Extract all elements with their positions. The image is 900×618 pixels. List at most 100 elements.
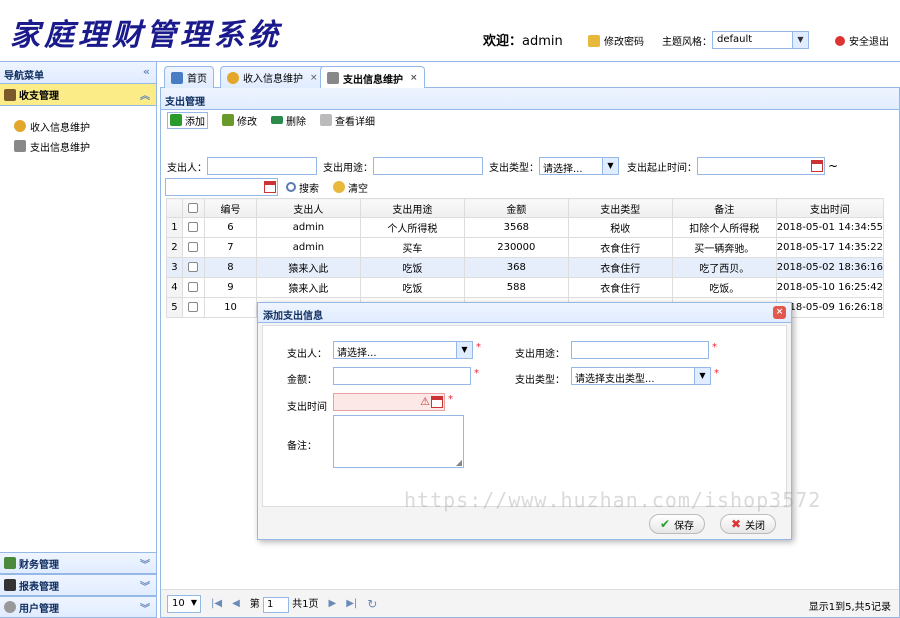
required-mark: * bbox=[448, 394, 453, 405]
chevron-up-icon[interactable]: ︽ bbox=[140, 87, 150, 102]
chevron-down-icon[interactable]: ︾ bbox=[140, 600, 150, 615]
menu-group-users[interactable]: 用户管理 ︾ bbox=[0, 596, 156, 618]
panel-title: 支出管理 bbox=[161, 88, 899, 110]
chevron-down-icon[interactable]: ▼ bbox=[694, 368, 710, 384]
select-all-checkbox-cell[interactable] bbox=[181, 198, 205, 218]
search-icon bbox=[286, 182, 296, 192]
delete-button[interactable]: 删除 bbox=[271, 113, 306, 128]
page-size-select[interactable]: 10 ▼ bbox=[167, 594, 201, 613]
table-row[interactable]: 3 8 猿来入此 吃饭 368 衣食住行 吃了西贝。 2018-05-02 18… bbox=[166, 257, 885, 278]
first-page-icon[interactable]: |◀ bbox=[211, 598, 222, 609]
type-search-select[interactable]: 请选择... ▼ bbox=[539, 157, 619, 175]
select-all-checkbox[interactable] bbox=[188, 202, 199, 213]
power-icon bbox=[835, 35, 845, 46]
row-checkbox-cell[interactable] bbox=[181, 237, 205, 258]
tab-home[interactable]: 首页 bbox=[164, 66, 214, 88]
chevron-down-icon[interactable]: ︾ bbox=[140, 556, 150, 571]
table-row[interactable]: 4 9 猿来入此 吃饭 588 衣食住行 吃饭。 2018-05-10 16:2… bbox=[166, 277, 885, 298]
next-page-icon[interactable]: ▶ bbox=[329, 598, 337, 609]
search-button[interactable]: 搜索 bbox=[286, 180, 319, 195]
chevron-down-icon[interactable]: ▼ bbox=[602, 158, 618, 174]
row-checkbox-cell[interactable] bbox=[181, 297, 205, 318]
required-mark: * bbox=[474, 368, 479, 379]
last-page-icon[interactable]: ▶| bbox=[346, 598, 357, 609]
logout-link[interactable]: 安全退出 bbox=[835, 33, 889, 48]
cell-time: 2018-05-09 16:26:18 bbox=[775, 297, 885, 318]
save-button[interactable]: ✔ 保存 bbox=[649, 514, 706, 534]
collapse-icon[interactable]: « bbox=[143, 65, 150, 78]
detail-label: 查看详细 bbox=[335, 116, 375, 128]
column-header[interactable]: 编号 bbox=[203, 198, 257, 218]
sidebar-item-income[interactable]: 收入信息维护 bbox=[0, 116, 156, 136]
tab-income[interactable]: 收入信息维护 × bbox=[220, 66, 325, 88]
column-header[interactable]: 备注 bbox=[671, 198, 777, 218]
chevron-down-icon[interactable]: ▼ bbox=[456, 342, 472, 358]
column-header[interactable]: 支出类型 bbox=[567, 198, 673, 218]
chevron-down-icon[interactable]: ▼ bbox=[792, 32, 808, 48]
payer-search-input[interactable] bbox=[207, 157, 317, 175]
key-icon bbox=[588, 34, 600, 47]
row-checkbox[interactable] bbox=[188, 242, 199, 252]
close-icon[interactable]: × bbox=[410, 73, 418, 83]
refresh-icon[interactable]: ↻ bbox=[367, 597, 377, 611]
cell-id: 7 bbox=[203, 237, 257, 258]
sidebar-title-label: 导航菜单 bbox=[4, 71, 44, 82]
cell-purpose: 吃饭 bbox=[359, 277, 465, 298]
row-checkbox[interactable] bbox=[188, 282, 199, 292]
time-input[interactable]: ⚠ bbox=[333, 393, 445, 411]
tab-expense[interactable]: 支出信息维护 × bbox=[320, 66, 425, 89]
column-header[interactable]: 支出用途 bbox=[359, 198, 465, 218]
row-checkbox-cell[interactable] bbox=[181, 217, 205, 238]
payer-select[interactable]: 请选择... ▼ bbox=[333, 341, 473, 359]
search-button-label: 搜索 bbox=[299, 183, 319, 195]
prev-page-icon[interactable]: ◀ bbox=[232, 598, 240, 609]
purpose-input[interactable] bbox=[571, 341, 709, 359]
menu-group-income-expense[interactable]: 收支管理 ︽ bbox=[0, 84, 156, 106]
clear-button[interactable]: 清空 bbox=[333, 180, 368, 195]
change-password-link[interactable]: 修改密码 bbox=[588, 33, 644, 48]
menu-group-finance[interactable]: 财务管理 ︾ bbox=[0, 552, 156, 574]
row-checkbox-cell[interactable] bbox=[181, 277, 205, 298]
edit-button[interactable]: 修改 bbox=[222, 113, 257, 128]
required-mark: * bbox=[712, 342, 717, 353]
detail-button[interactable]: 查看详细 bbox=[320, 113, 375, 128]
theme-select[interactable]: default ▼ bbox=[712, 31, 809, 49]
close-button[interactable]: ✖ 关闭 bbox=[720, 514, 777, 534]
cell-time: 2018-05-17 14:35:22 bbox=[775, 237, 885, 258]
calendar-icon[interactable] bbox=[264, 181, 276, 193]
end-time-input[interactable] bbox=[165, 178, 278, 196]
note-textarea[interactable]: ◢ bbox=[333, 415, 464, 468]
pen-icon bbox=[327, 72, 339, 84]
page-number-input[interactable]: 1 bbox=[262, 596, 289, 613]
dialog-form: 支出人： 请选择... ▼ * 支出用途： * 金额： * 支出类型： 请选择支… bbox=[262, 325, 787, 507]
sidebar-item-expense[interactable]: 支出信息维护 bbox=[0, 136, 156, 156]
close-icon[interactable]: × bbox=[310, 73, 318, 83]
pencil-icon bbox=[222, 114, 234, 126]
close-icon[interactable]: × bbox=[773, 306, 786, 319]
menu-group-reports[interactable]: 报表管理 ︾ bbox=[0, 574, 156, 596]
calendar-icon[interactable] bbox=[431, 396, 443, 408]
purpose-search-input[interactable] bbox=[373, 157, 483, 175]
chevron-down-icon[interactable]: ︾ bbox=[140, 578, 150, 593]
page-input-group: 第 1 共1页 bbox=[250, 595, 319, 613]
cell-amount: 588 bbox=[463, 277, 569, 298]
row-checkbox[interactable] bbox=[188, 302, 199, 312]
type-select[interactable]: 请选择支出类型... ▼ bbox=[571, 367, 711, 385]
row-checkbox[interactable] bbox=[188, 262, 199, 272]
cell-payer: admin bbox=[255, 237, 361, 258]
chevron-down-icon[interactable]: ▼ bbox=[191, 598, 197, 607]
row-checkbox[interactable] bbox=[188, 222, 199, 232]
calendar-icon[interactable] bbox=[811, 160, 823, 172]
column-header[interactable]: 支出时间 bbox=[775, 198, 885, 218]
menu-group-label: 收支管理 bbox=[19, 91, 59, 102]
table-row[interactable]: 1 6 admin 个人所得税 3568 税收 扣除个人所得税 2018-05-… bbox=[166, 217, 885, 238]
row-checkbox-cell[interactable] bbox=[181, 257, 205, 278]
table-row[interactable]: 2 7 admin 买车 230000 衣食住行 买一辆奔驰。 2018-05-… bbox=[166, 237, 885, 258]
column-header[interactable]: 金额 bbox=[463, 198, 569, 218]
resize-handle-icon[interactable]: ◢ bbox=[456, 458, 462, 467]
page-size-value: 10 bbox=[172, 597, 185, 609]
start-time-input[interactable] bbox=[697, 157, 825, 175]
column-header[interactable]: 支出人 bbox=[255, 198, 361, 218]
amount-input[interactable] bbox=[333, 367, 471, 385]
add-button[interactable]: 添加 bbox=[167, 111, 208, 129]
